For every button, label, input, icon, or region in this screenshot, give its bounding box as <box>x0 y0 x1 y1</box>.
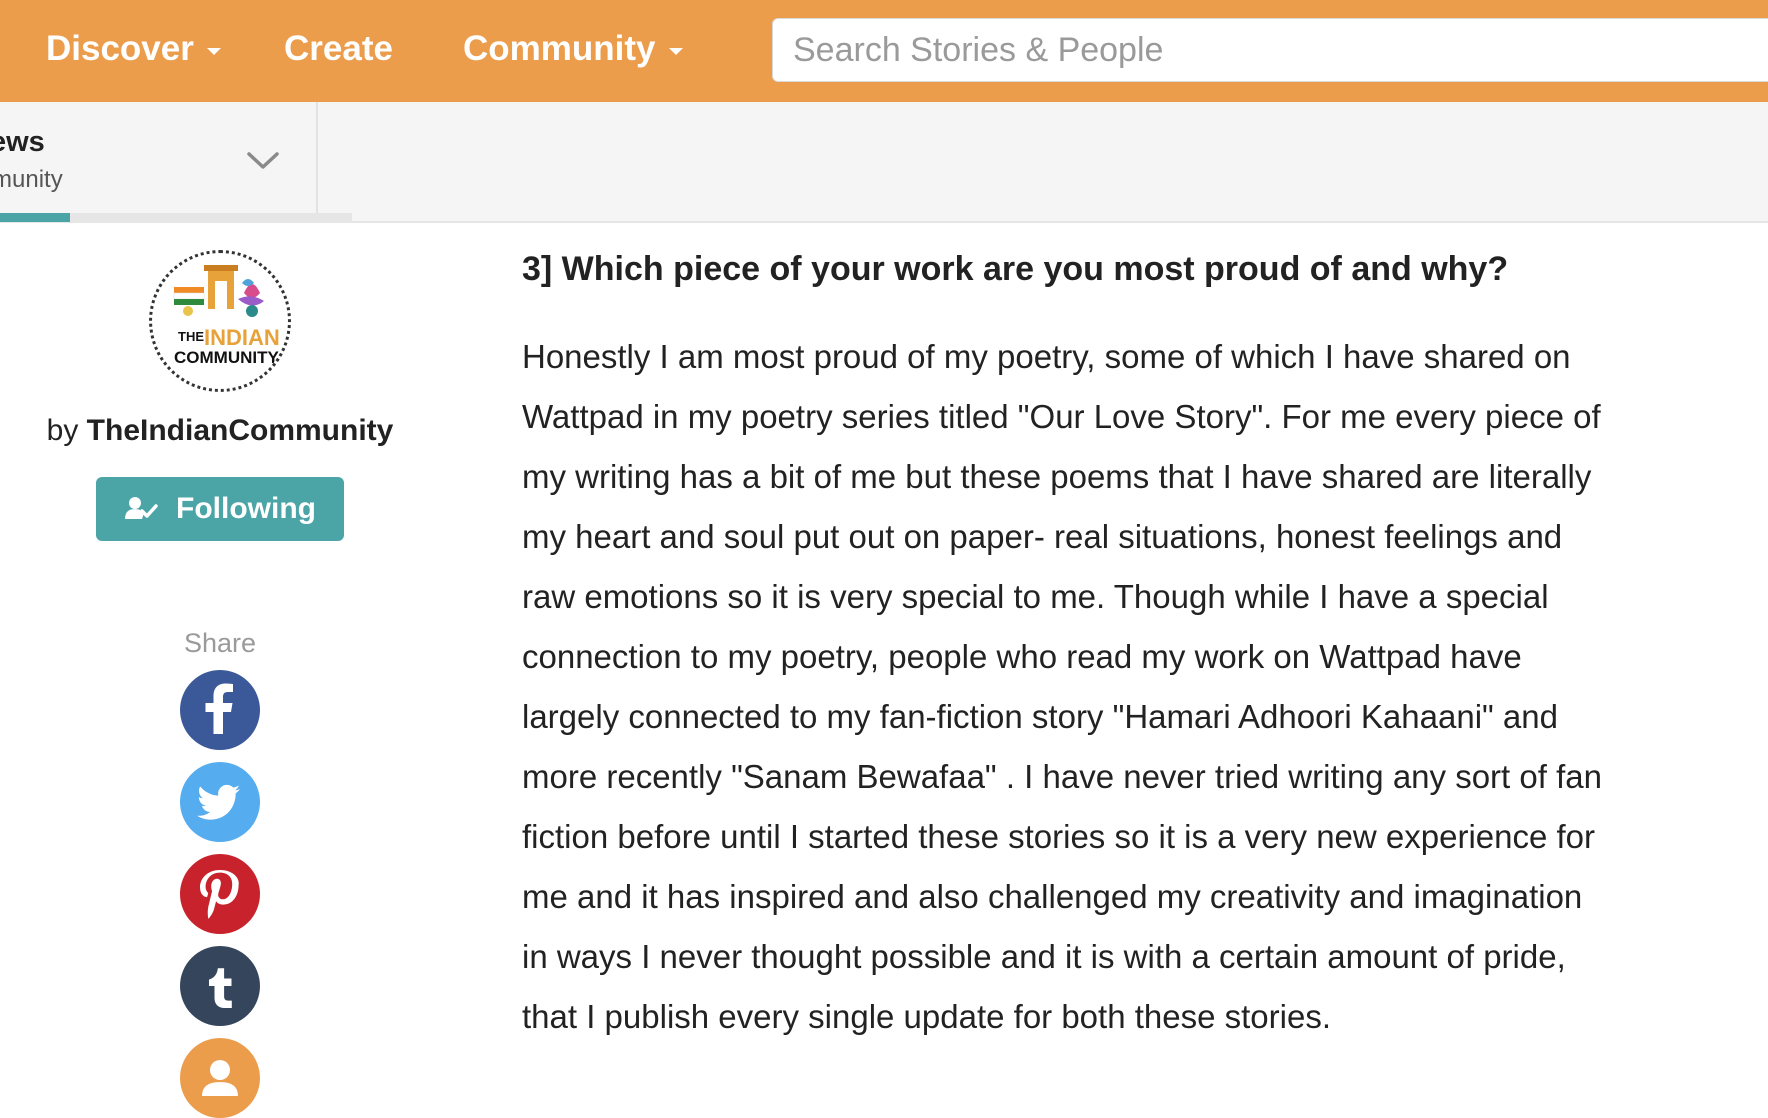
share-facebook-button[interactable] <box>180 670 260 750</box>
twitter-icon <box>197 784 240 820</box>
caret-down-icon <box>206 47 221 55</box>
author-name-link[interactable]: TheIndianCommunity <box>87 414 394 447</box>
by-label: by <box>46 414 79 447</box>
community-logo-image: THE INDIAN COMMUNITY <box>156 257 284 385</box>
logo-text-indian: INDIAN <box>204 325 280 350</box>
nav-create-label: Create <box>284 29 393 68</box>
author-avatar[interactable]: THE INDIAN COMMUNITY <box>149 250 291 392</box>
chevron-down-icon <box>247 152 279 169</box>
share-pinterest-button[interactable] <box>180 854 260 934</box>
tumblr-icon <box>209 968 232 1008</box>
following-button-label: Following <box>176 492 316 525</box>
facebook-icon <box>205 683 233 734</box>
story-title: ews <box>0 126 45 158</box>
nav-create-link[interactable]: Create <box>284 26 393 72</box>
interview-question: 3] Which piece of your work are you most… <box>522 250 1509 288</box>
nav-discover-menu[interactable]: Discover <box>46 26 221 72</box>
pinterest-icon <box>200 870 239 919</box>
logo-text-community: COMMUNITY <box>174 348 279 367</box>
reading-progress-fill <box>0 213 71 222</box>
user-check-icon <box>125 497 158 519</box>
reading-progress-bar <box>0 213 352 222</box>
nav-community-label: Community <box>463 29 656 68</box>
search-box <box>772 18 1768 82</box>
story-header-bar: ews munity <box>0 102 1768 223</box>
caret-down-icon <box>668 47 683 55</box>
share-tumblr-button[interactable] <box>180 946 260 1026</box>
author-byline: by TheIndianCommunity <box>0 414 440 448</box>
share-profile-button[interactable] <box>180 1038 260 1118</box>
story-selector[interactable]: ews munity <box>0 102 318 221</box>
share-twitter-button[interactable] <box>180 762 260 842</box>
nav-community-menu[interactable]: Community <box>463 26 683 72</box>
search-input[interactable] <box>773 19 1763 81</box>
share-label: Share <box>183 628 257 658</box>
user-icon <box>202 1060 238 1096</box>
nav-discover-label: Discover <box>46 29 194 68</box>
following-button[interactable]: Following <box>96 477 344 541</box>
interview-answer: Honestly I am most proud of my poetry, s… <box>522 338 1602 1035</box>
logo-text-the: THE <box>178 329 204 344</box>
story-author-subtitle: munity <box>0 166 63 193</box>
top-navigation-bar: Discover Create Community <box>0 0 1768 102</box>
